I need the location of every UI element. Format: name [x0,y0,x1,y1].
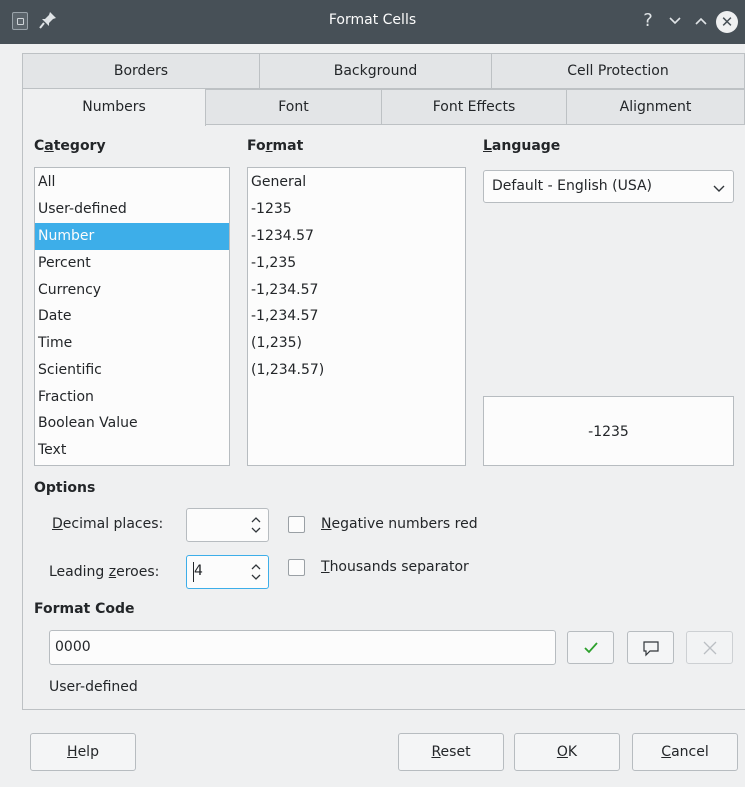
format-item[interactable]: General [248,169,465,196]
comment-icon [642,641,660,661]
spin-arrows-icon[interactable] [250,514,262,539]
format-code-label: Format Code [34,601,135,617]
leading-zeroes-spinbox[interactable]: 4 [186,555,269,589]
spin-arrows-icon[interactable] [250,561,262,586]
format-list[interactable]: General -1235 -1234.57 -1,235 -1,234.57 … [247,167,466,466]
format-code-description: User-defined [49,679,138,695]
title-bar: Format Cells ? ✕ [0,0,745,44]
tab-borders[interactable]: Borders [22,53,260,89]
category-label: Category [34,138,106,154]
help-icon[interactable]: ? [636,6,660,36]
negative-red-checkbox[interactable] [288,516,305,533]
edit-comment-button[interactable] [627,631,674,664]
reset-button[interactable]: Reset [398,733,504,771]
category-item-number[interactable]: Number [35,223,229,250]
options-label: Options [34,480,96,496]
apply-code-button[interactable] [567,631,614,664]
maximize-icon[interactable] [689,6,713,36]
close-icon[interactable]: ✕ [716,11,738,33]
format-item[interactable]: -1,235 [248,250,465,277]
tab-font-effects[interactable]: Font Effects [381,89,567,125]
thousands-separator-label[interactable]: Thousands separator [321,559,469,575]
language-select[interactable]: Default - English (USA) [483,170,734,203]
tab-font[interactable]: Font [205,89,382,125]
category-item-scientific[interactable]: Scientific [35,357,229,384]
category-item-time[interactable]: Time [35,330,229,357]
format-item[interactable]: -1,234.57 [248,277,465,304]
format-item[interactable]: -1,234.57 [248,303,465,330]
delete-code-button[interactable] [686,631,733,664]
format-code-input[interactable]: 0000 [49,630,556,665]
decimal-places-spinbox[interactable] [186,508,269,542]
leading-zeroes-label: Leading zeroes: [49,564,160,580]
decimal-places-label: Decimal places: [52,516,164,532]
format-item[interactable]: -1234.57 [248,223,465,250]
format-item[interactable]: (1,234.57) [248,357,465,384]
tab-background[interactable]: Background [259,53,492,89]
window-title: Format Cells [328,12,417,28]
format-preview: -1235 [483,396,734,466]
category-item-date[interactable]: Date [35,303,229,330]
help-button[interactable]: Help [30,733,136,771]
tab-cell-protection[interactable]: Cell Protection [491,53,745,89]
thousands-separator-checkbox[interactable] [288,559,305,576]
category-item-user-defined[interactable]: User-defined [35,196,229,223]
language-label: Language [483,138,561,154]
language-value: Default - English (USA) [492,178,653,194]
format-item[interactable]: (1,235) [248,330,465,357]
format-item[interactable]: -1235 [248,196,465,223]
category-item-percent[interactable]: Percent [35,250,229,277]
category-item-currency[interactable]: Currency [35,277,229,304]
category-item-all[interactable]: All [35,169,229,196]
minimize-icon[interactable] [663,6,687,36]
ok-button[interactable]: OK [514,733,620,771]
chevron-down-icon [713,178,725,197]
tab-alignment[interactable]: Alignment [566,89,745,125]
checkmark-icon [582,642,600,661]
negative-red-label[interactable]: Negative numbers red [321,516,478,532]
category-list[interactable]: All User-defined Number Percent Currency… [34,167,230,466]
category-item-text[interactable]: Text [35,437,229,464]
tab-numbers[interactable]: Numbers [22,88,206,126]
close-x-icon [701,641,719,661]
category-item-fraction[interactable]: Fraction [35,384,229,411]
cancel-button[interactable]: Cancel [632,733,738,771]
category-item-boolean[interactable]: Boolean Value [35,410,229,437]
format-label: Format [247,138,304,154]
